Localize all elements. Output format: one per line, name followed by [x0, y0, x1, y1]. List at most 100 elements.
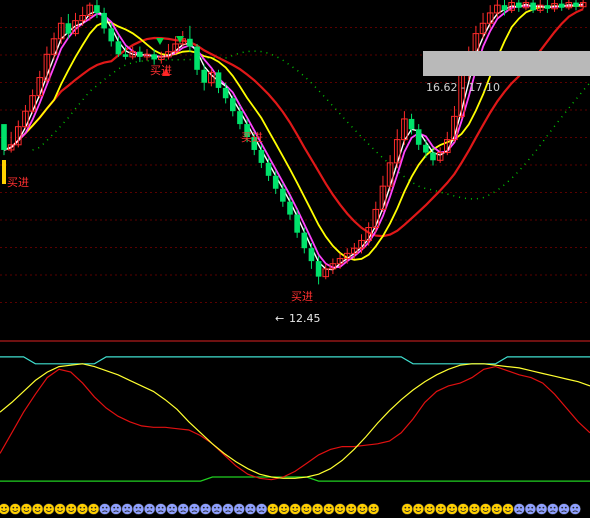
- face-eye: [363, 506, 366, 509]
- sentiment-face: [132, 503, 145, 515]
- face-eye: [337, 506, 340, 509]
- candle-body-down: [287, 201, 293, 215]
- face-eye: [352, 506, 354, 509]
- face-eye: [206, 506, 209, 509]
- candle-body-down: [415, 129, 422, 145]
- face-eye: [494, 506, 496, 509]
- face-eye: [531, 506, 534, 509]
- face-eye: [370, 506, 373, 509]
- face-eye: [408, 506, 410, 509]
- face-eye: [49, 506, 52, 509]
- face-eye: [359, 506, 362, 509]
- candle-body-down: [308, 248, 315, 262]
- sentiment-face: [99, 503, 111, 515]
- sentiment-face: [423, 503, 436, 515]
- face-eye: [150, 506, 153, 509]
- face-eye: [180, 506, 183, 509]
- face-eye: [217, 506, 220, 509]
- sentiment-face: [87, 503, 100, 515]
- face-eye: [12, 506, 15, 509]
- sentiment-face: [334, 503, 346, 515]
- face-eye: [191, 506, 194, 509]
- face-eye: [550, 506, 552, 509]
- face-eye: [561, 506, 564, 509]
- face-eye: [128, 506, 130, 509]
- face-eye: [38, 506, 41, 509]
- face-eye: [236, 506, 239, 509]
- sentiment-face: [311, 503, 324, 515]
- face-eye: [527, 506, 530, 509]
- sentiment-face: [143, 503, 156, 515]
- candle-body-down: [558, 3, 565, 8]
- face-eye: [251, 506, 254, 509]
- face-eye: [124, 506, 127, 509]
- face-eye: [94, 506, 97, 509]
- face-eye: [486, 506, 489, 509]
- sentiment-face: [188, 503, 201, 515]
- candle-body-down: [201, 69, 207, 83]
- sentiment-face: [435, 503, 447, 515]
- sentiment-face: [211, 503, 223, 515]
- face-eye: [247, 506, 250, 509]
- candle-body-down: [430, 152, 436, 161]
- face-eye: [475, 506, 478, 509]
- face-eye: [146, 506, 149, 509]
- face-eye: [270, 506, 272, 509]
- candle-body-down: [122, 54, 129, 57]
- range-box: [423, 51, 590, 76]
- face-eye: [113, 506, 116, 509]
- candle-body-down: [1, 124, 7, 150]
- sentiment-face: [345, 503, 357, 515]
- candle-body-down: [294, 214, 300, 233]
- face-eye: [169, 506, 172, 509]
- sentiment-face: [278, 503, 290, 515]
- candle-body-down: [222, 87, 229, 99]
- face-eye: [214, 506, 216, 509]
- face-eye: [139, 506, 142, 509]
- face-eye: [296, 506, 298, 509]
- face-eye: [497, 506, 500, 509]
- candle-body-down: [265, 162, 272, 176]
- face-eye: [240, 506, 242, 509]
- sentiment-face: [535, 503, 548, 515]
- candle-body-down: [230, 98, 236, 112]
- candle-body-down: [101, 12, 107, 29]
- face-eye: [576, 506, 578, 509]
- sentiment-face: [457, 503, 469, 515]
- sentiment-face: [367, 503, 380, 515]
- sentiment-face: [222, 503, 234, 515]
- face-eye: [79, 506, 82, 509]
- candle-body-down: [151, 54, 157, 60]
- face-eye: [460, 506, 463, 509]
- face-eye: [258, 506, 261, 509]
- candle-body-down: [301, 232, 308, 249]
- candle-body-down: [65, 23, 72, 34]
- sentiment-face: [323, 503, 335, 515]
- candle-body-down: [137, 51, 143, 57]
- signal-label-4: 买进: [291, 290, 313, 303]
- candle-body-down: [258, 149, 265, 163]
- face-eye: [449, 506, 452, 509]
- face-eye: [23, 506, 26, 509]
- sentiment-face: [401, 503, 413, 515]
- sentiment-face: [300, 503, 313, 515]
- face-eye: [329, 506, 332, 509]
- face-eye: [57, 506, 60, 509]
- face-eye: [16, 506, 18, 509]
- face-eye: [90, 506, 93, 509]
- sentiment-face: [76, 503, 89, 515]
- face-eye: [135, 506, 138, 509]
- candle-body-down: [115, 41, 122, 55]
- face-eye: [68, 506, 71, 509]
- candle-body-down: [272, 175, 279, 189]
- face-eye: [508, 506, 511, 509]
- face-eye: [374, 506, 377, 509]
- candle-body-down: [280, 188, 286, 202]
- face-eye: [441, 506, 444, 509]
- face-eye: [292, 506, 295, 509]
- sentiment-face: [412, 503, 425, 515]
- stock-chart: 16.62 - 17.10 ← 12.45 买进 买进 买进 买进: [0, 0, 590, 518]
- candle-body-down: [215, 72, 222, 88]
- sentiment-face: [446, 503, 458, 515]
- face-eye: [520, 506, 522, 509]
